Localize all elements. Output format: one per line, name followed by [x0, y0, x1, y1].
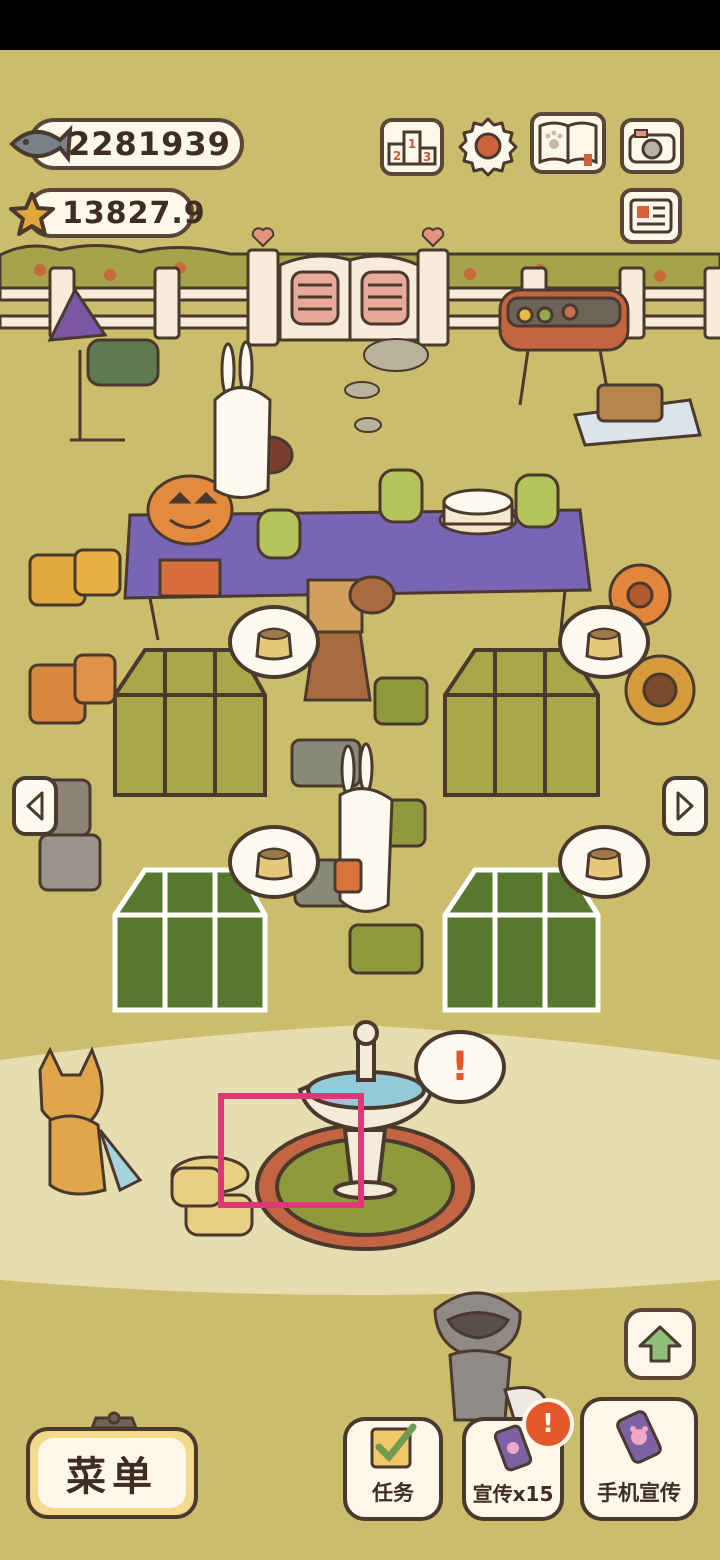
- phone-promo-label: 手机宣传: [597, 1481, 681, 1505]
- white-rabbit-chef: [213, 340, 272, 499]
- ranking-podium-icon: 2 1 3: [387, 130, 437, 166]
- svg-text:3: 3: [423, 150, 431, 164]
- phone-promo-button[interactable]: 手机宣传: [580, 1397, 698, 1521]
- flour-sack-icon: [255, 847, 293, 881]
- upgrade-button[interactable]: [624, 1308, 696, 1380]
- ranking-button[interactable]: 2 1 3: [380, 118, 444, 176]
- fountain-alert-bubble[interactable]: !: [414, 1030, 506, 1104]
- settings-button[interactable]: [456, 114, 520, 178]
- profile-card-icon: [629, 198, 673, 234]
- greenhouse-top-left: [113, 648, 267, 797]
- white-rabbit-farmer: [333, 742, 394, 913]
- garden-background: [0, 227, 720, 1424]
- scroll-left-button[interactable]: [12, 776, 58, 836]
- fish-count: 2281939: [68, 125, 231, 163]
- tasks-label: 任务: [372, 1481, 414, 1505]
- greenhouse-request-bubble[interactable]: [558, 605, 650, 679]
- gear-icon: [458, 117, 518, 177]
- paw-book-icon: [538, 121, 598, 166]
- menu-button-face: 菜单: [38, 1438, 186, 1508]
- greenhouse-request-bubble[interactable]: [228, 825, 320, 899]
- chevron-right-icon: [676, 791, 694, 821]
- chevron-left-icon: [26, 791, 44, 821]
- clipboard-clip-icon: [89, 1411, 139, 1430]
- garden-scene: !: [0, 50, 720, 1560]
- svg-text:2: 2: [393, 149, 401, 163]
- camera-icon: [628, 129, 676, 164]
- greenhouse-bottom-left: [112, 867, 268, 1013]
- profile-button[interactable]: [620, 188, 682, 244]
- picnic-basket: [573, 383, 702, 447]
- status-bar: [0, 0, 720, 50]
- fish-icon: [9, 124, 73, 164]
- menu-label: 菜单: [66, 1454, 158, 1500]
- greenhouse-request-bubble[interactable]: [228, 605, 320, 679]
- star-count: 13827.9: [62, 195, 206, 231]
- greenhouse-request-bubble[interactable]: [558, 825, 650, 899]
- watering-cans: [28, 548, 122, 892]
- phone-promo-icon: [616, 1410, 662, 1464]
- svg-text:1: 1: [408, 137, 416, 151]
- tutorial-highlight-box: [218, 1093, 364, 1208]
- checklist-icon: [370, 1423, 417, 1469]
- flour-sack-icon: [255, 627, 293, 661]
- promote-label: 宣传x15: [472, 1482, 554, 1506]
- camera-button[interactable]: [620, 118, 684, 174]
- alert-mark: !: [542, 1409, 554, 1439]
- greenhouse-top-right: [443, 648, 600, 797]
- album-button[interactable]: [530, 112, 606, 174]
- exclamation-icon: !: [450, 1044, 470, 1090]
- star-icon: [9, 192, 55, 236]
- flour-sack-icon: [585, 847, 623, 881]
- up-arrow-icon: [638, 1325, 682, 1363]
- flour-sack-icon: [585, 627, 623, 661]
- witch-hat-decor: [47, 287, 160, 442]
- menu-button[interactable]: 菜单: [26, 1427, 198, 1519]
- scroll-right-button[interactable]: [662, 776, 708, 836]
- promote-alert-badge: !: [522, 1398, 574, 1450]
- tasks-button[interactable]: 任务: [343, 1417, 443, 1521]
- garden-gate: [278, 254, 420, 342]
